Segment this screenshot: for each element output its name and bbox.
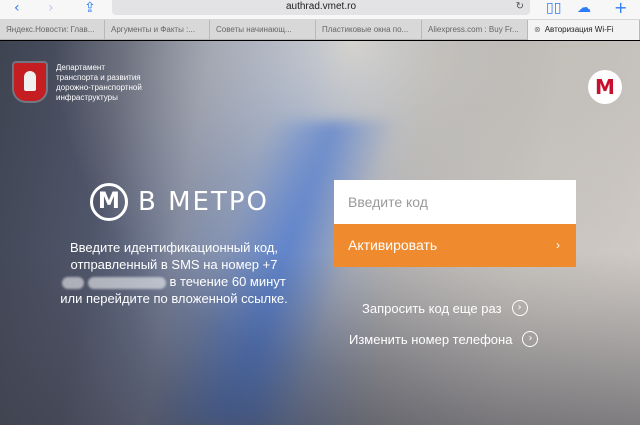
tab-label: Пластиковые окна по... <box>322 25 409 34</box>
share-icon[interactable]: ⇪ <box>84 0 96 18</box>
book-icon[interactable]: ▯▯ <box>546 0 561 18</box>
info-line1: Введите идентификационный код, отправлен… <box>70 240 278 272</box>
wifi-auth-page: Департамент транспорта и развития дорожн… <box>0 41 640 425</box>
redacted-area <box>62 276 85 289</box>
tab-strip: Яндекс.Новости: Глав... Аргументы и Факт… <box>0 20 640 40</box>
tab-label: Aliexpress.com : Buy Fr... <box>428 25 519 34</box>
activate-label: Активировать <box>348 237 438 253</box>
tab-label: Аргументы и Факты :... <box>111 25 195 34</box>
tab-wifi-auth[interactable]: ⊗ Авторизация Wi-Fi <box>528 20 640 40</box>
resend-code-label: Запросить код еще раз <box>362 300 502 316</box>
department-header: Департамент транспорта и развития дорожн… <box>14 63 148 103</box>
tab-label: Яндекс.Новости: Глав... <box>6 25 95 34</box>
tab-aliexpress[interactable]: Aliexpress.com : Buy Fr... <box>422 20 528 40</box>
brand-logo: М В МЕТРО <box>90 183 269 221</box>
chevron-right-icon: › <box>556 238 560 252</box>
redacted-phone <box>87 276 166 289</box>
code-input[interactable] <box>334 180 576 224</box>
department-name: Департамент транспорта и развития дорожн… <box>56 63 142 102</box>
tab-aif[interactable]: Аргументы и Факты :... <box>105 20 210 40</box>
resend-code-link[interactable]: Запросить код еще раз › <box>362 300 528 316</box>
browser-toolbar: ‹ › ⇪ authrad.vmet.ro ↻ ▯▯ ☁ + <box>0 0 640 20</box>
plus-icon[interactable]: + <box>614 0 627 18</box>
forward-icon[interactable]: › <box>48 0 54 18</box>
tab-yandex[interactable]: Яндекс.Новости: Глав... <box>0 20 105 40</box>
close-icon[interactable]: ⊗ <box>534 25 541 34</box>
url-text: authrad.vmet.ro <box>285 1 357 12</box>
tab-tips[interactable]: Советы начинающ... <box>210 20 316 40</box>
tab-label: Авторизация Wi-Fi <box>544 25 614 34</box>
address-bar[interactable]: authrad.vmet.ro ↻ <box>112 0 530 15</box>
info-text: Введите идентификационный код, отправлен… <box>50 239 298 307</box>
reload-icon[interactable]: ↻ <box>516 0 524 14</box>
circle-arrow-icon: › <box>511 300 528 316</box>
back-icon[interactable]: ‹ <box>14 0 20 18</box>
moscow-coat-of-arms-icon <box>14 63 46 101</box>
circle-arrow-icon: › <box>522 331 539 347</box>
info-line3: или перейдите по вложенной ссылке. <box>60 291 288 306</box>
brand-symbol-icon: М <box>90 183 128 221</box>
tab-label: Советы начинающ... <box>216 25 292 34</box>
activate-button[interactable]: Активировать › <box>334 224 576 267</box>
tab-windows[interactable]: Пластиковые окна по... <box>316 20 422 40</box>
brand-text: В МЕТРО <box>138 187 269 217</box>
cloud-icon[interactable]: ☁ <box>577 0 591 18</box>
metro-logo-icon: М <box>588 70 622 104</box>
change-phone-label: Изменить номер телефона <box>349 331 513 347</box>
info-line2: в течение 60 минут <box>169 274 286 289</box>
change-phone-link[interactable]: Изменить номер телефона › <box>349 331 539 347</box>
